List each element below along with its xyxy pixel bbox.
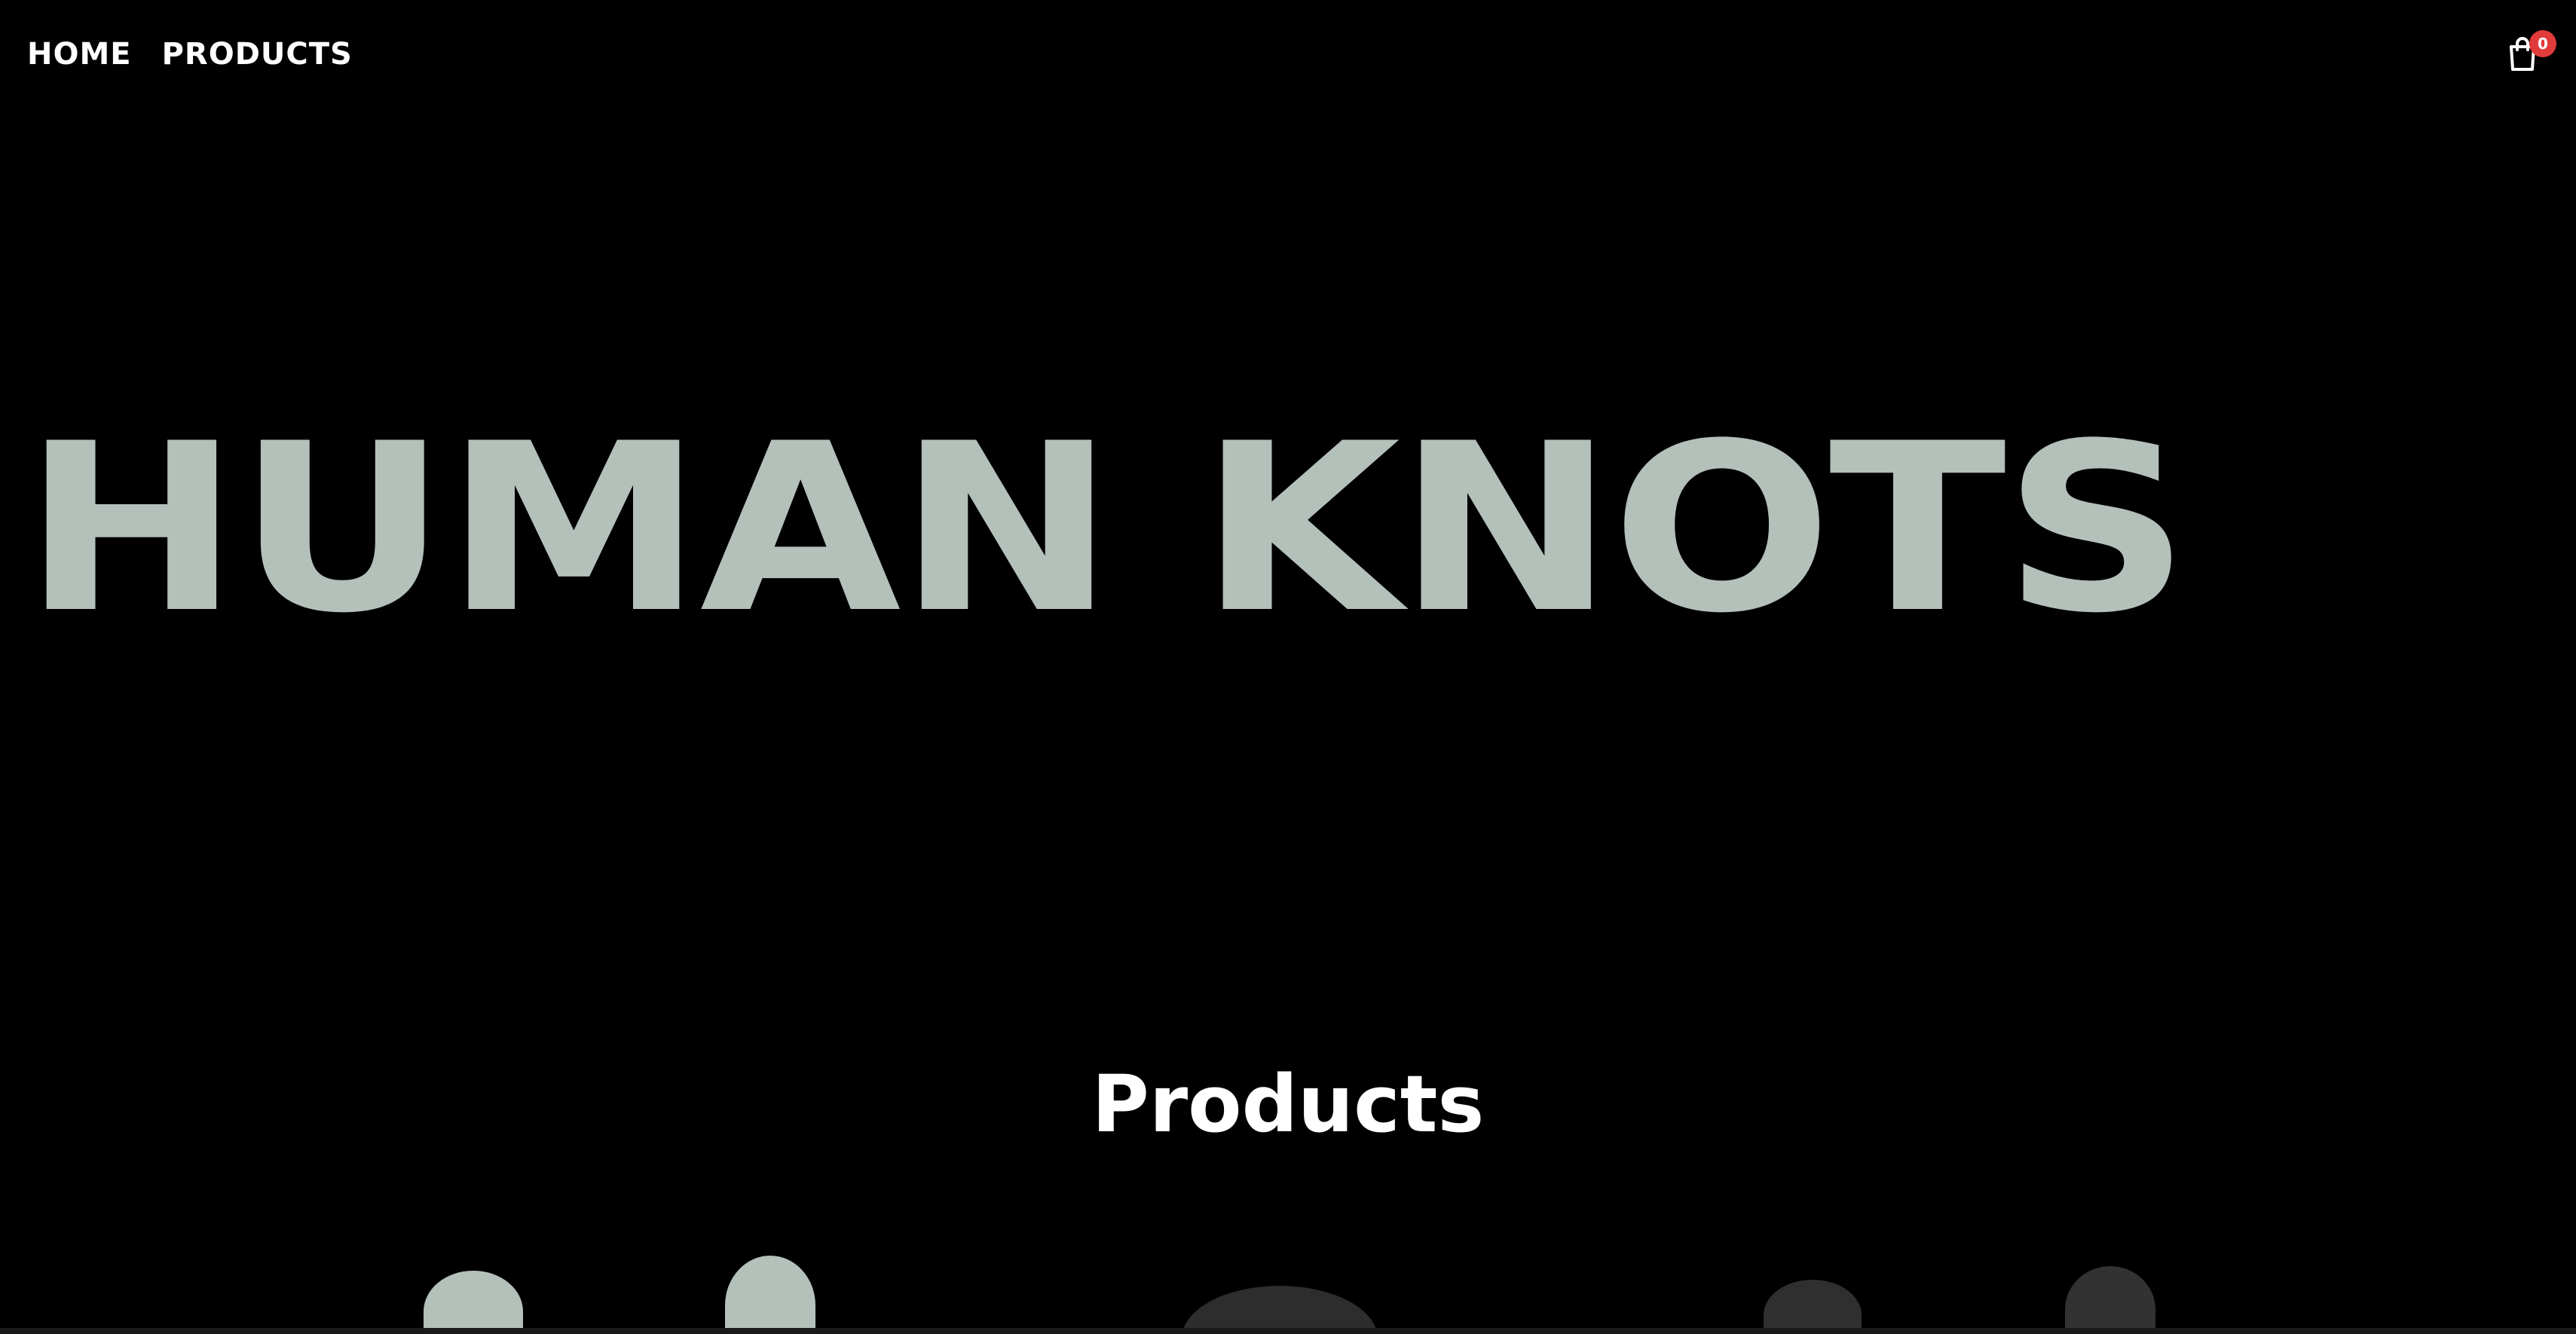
top-nav: HOME PRODUCTS (27, 30, 353, 78)
cart-count-badge: 0 (2529, 30, 2556, 57)
nav-products-link[interactable]: PRODUCTS (162, 30, 353, 78)
product-image-2[interactable] (725, 1256, 815, 1334)
cart-button[interactable]: 0 (2504, 30, 2556, 75)
hero-title: HUMAN KNOTS (23, 393, 2190, 664)
product-image-5[interactable] (2065, 1266, 2155, 1334)
nav-home-link[interactable]: HOME (27, 30, 132, 78)
divider (0, 1328, 2576, 1334)
products-heading: Products (1091, 1058, 1485, 1150)
page: HOME PRODUCTS 0 HUMAN KNOTS Products (0, 0, 2576, 1334)
product-image-1[interactable] (424, 1271, 523, 1334)
product-image-4[interactable] (1764, 1280, 1862, 1334)
product-image-3[interactable] (1182, 1286, 1378, 1334)
